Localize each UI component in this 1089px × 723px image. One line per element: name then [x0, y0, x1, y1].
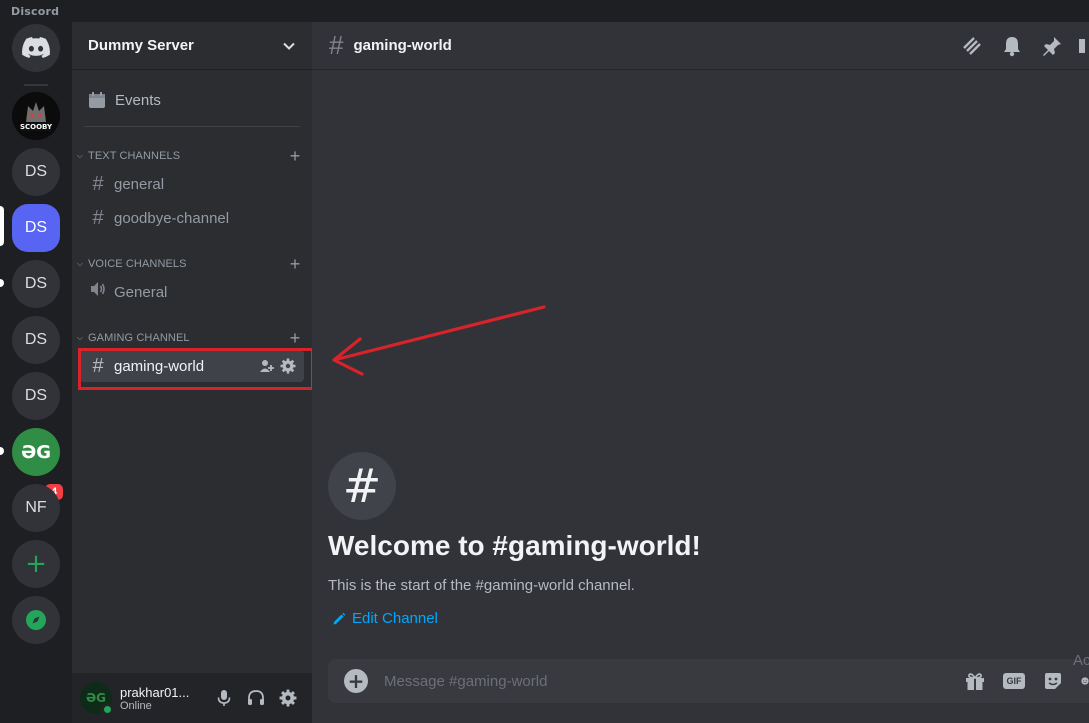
- rail-divider: [24, 84, 48, 86]
- events-item[interactable]: Events: [80, 84, 304, 116]
- gift-icon: [966, 673, 984, 690]
- arrow-annotation: [332, 305, 546, 376]
- server-ds-1[interactable]: DS: [12, 148, 60, 196]
- user-info[interactable]: prakhar01... Online: [120, 685, 208, 712]
- message-composer: + GIF: [328, 659, 1089, 703]
- mute-button[interactable]: [208, 682, 240, 714]
- category-text-channels[interactable]: ⌵ TEXT CHANNELS +: [74, 146, 304, 167]
- category-voice-channels[interactable]: ⌵ VOICE CHANNELS +: [74, 254, 304, 275]
- category-label: VOICE CHANNELS: [88, 258, 187, 270]
- channel-label: General: [114, 283, 168, 301]
- threads-icon: [963, 36, 981, 55]
- highlight-box-annotation: [78, 348, 314, 390]
- text-channel-hash-icon: #: [92, 206, 104, 229]
- welcome-hash-icon: #: [328, 452, 396, 520]
- message-input[interactable]: [384, 672, 963, 690]
- online-status-dot: [101, 703, 114, 716]
- server-header[interactable]: Dummy Server: [72, 22, 312, 70]
- server-rail: SCOOBY DS DS DS DS DS ƏG 4 NF +: [0, 22, 72, 723]
- channel-voice-general[interactable]: General: [80, 276, 304, 308]
- chevron-down-icon: [283, 42, 295, 50]
- edit-channel-link[interactable]: Edit Channel: [332, 610, 438, 627]
- avatar[interactable]: ƏG: [80, 682, 114, 716]
- bell-icon: [1004, 36, 1020, 56]
- server-ds-3[interactable]: DS: [12, 260, 60, 308]
- discord-logo-icon: [22, 37, 50, 58]
- server-scooby[interactable]: SCOOBY: [12, 92, 60, 140]
- headphones-icon: [248, 690, 264, 705]
- gfg-logo-icon: ƏG: [20, 441, 52, 463]
- speaker-icon: [88, 280, 108, 304]
- user-settings-button[interactable]: [272, 682, 304, 714]
- category-label: GAMING CHANNEL: [88, 332, 190, 344]
- compass-icon: [26, 610, 46, 630]
- create-channel-icon[interactable]: +: [286, 254, 304, 275]
- scooby-logo-text: SCOOBY: [19, 123, 53, 131]
- gif-button[interactable]: GIF: [1003, 673, 1025, 689]
- pinned-messages-button[interactable]: [1039, 33, 1065, 59]
- events-divider: [84, 126, 300, 127]
- welcome-title: Welcome to #gaming-world!: [328, 530, 701, 561]
- edit-channel-label: Edit Channel: [352, 610, 438, 627]
- emoji-button[interactable]: [1081, 669, 1089, 693]
- emoji-icon: [1081, 677, 1089, 685]
- sticker-icon: [1045, 673, 1061, 689]
- selected-pill: [0, 206, 4, 246]
- events-label: Events: [115, 91, 161, 109]
- text-channel-hash-icon: #: [92, 172, 104, 195]
- server-nf[interactable]: NF: [12, 484, 60, 532]
- create-channel-icon[interactable]: +: [286, 328, 304, 349]
- calendar-icon: [89, 92, 105, 108]
- create-channel-icon[interactable]: +: [286, 146, 304, 167]
- user-panel: ƏG prakhar01... Online: [72, 673, 312, 723]
- server-ds-4[interactable]: DS: [12, 316, 60, 364]
- text-channel-hash-icon: #: [329, 30, 344, 60]
- plus-icon: +: [25, 549, 47, 579]
- threads-button[interactable]: [959, 33, 985, 59]
- gear-icon: [279, 689, 297, 707]
- pin-icon: [1043, 36, 1061, 56]
- deafen-button[interactable]: [240, 682, 272, 714]
- category-label: TEXT CHANNELS: [88, 150, 181, 162]
- member-list-button[interactable]: [1079, 33, 1085, 59]
- upload-plus-button[interactable]: +: [344, 669, 368, 693]
- unread-pill-gfg: [0, 447, 4, 455]
- chevron-down-icon: ⌵: [76, 151, 84, 160]
- category-gaming-channel[interactable]: ⌵ GAMING CHANNEL +: [74, 328, 304, 349]
- server-ds-selected[interactable]: DS: [12, 204, 60, 252]
- unread-pill: [0, 279, 4, 287]
- user-status: Online: [120, 699, 152, 712]
- activate-watermark-text: Ac: [1073, 652, 1089, 669]
- channel-general[interactable]: # general: [80, 168, 304, 200]
- microphone-icon: [217, 690, 231, 706]
- channel-header: # gaming-world: [312, 22, 1089, 70]
- explore-servers-button[interactable]: [12, 596, 60, 644]
- members-icon: [1079, 38, 1085, 53]
- chevron-down-icon: ⌵: [76, 259, 84, 268]
- chevron-down-icon: ⌵: [76, 333, 84, 342]
- add-server-button[interactable]: +: [12, 540, 60, 588]
- avatar-text: ƏG: [85, 691, 107, 705]
- scooby-logo-icon: [12, 92, 60, 140]
- channel-label: general: [114, 175, 165, 193]
- channel-title: gaming-world: [353, 37, 452, 54]
- pencil-icon: [333, 612, 346, 624]
- server-ds-5[interactable]: DS: [12, 372, 60, 420]
- notification-settings-button[interactable]: [999, 33, 1025, 59]
- user-name: prakhar01...: [120, 684, 190, 700]
- welcome-subtitle: This is the start of the #gaming-world c…: [328, 577, 635, 594]
- server-name: Dummy Server: [88, 37, 194, 54]
- home-button[interactable]: [12, 24, 60, 72]
- channel-goodbye-channel[interactable]: # goodbye-channel: [80, 202, 304, 234]
- server-geeksforgeeks[interactable]: ƏG: [12, 428, 60, 476]
- sticker-button[interactable]: [1041, 669, 1065, 693]
- app-title: Discord: [11, 5, 60, 18]
- channel-label: goodbye-channel: [114, 209, 230, 227]
- gift-button[interactable]: [963, 669, 987, 693]
